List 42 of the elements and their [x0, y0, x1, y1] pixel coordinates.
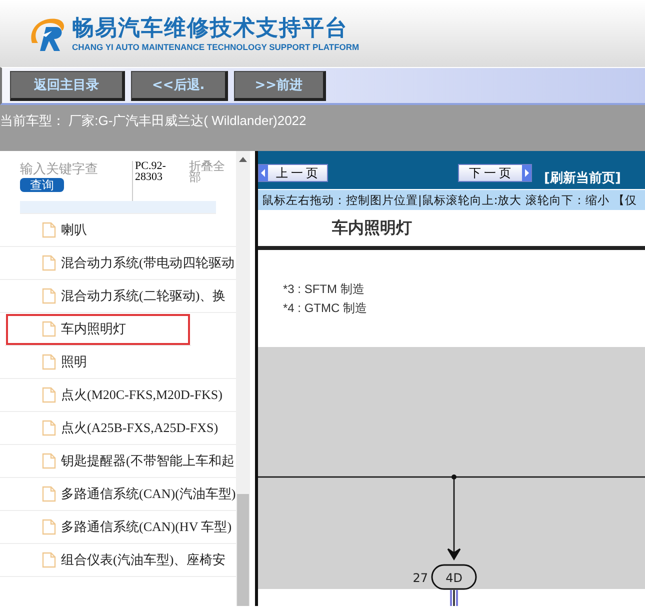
document-icon — [42, 354, 56, 370]
tree-item[interactable]: 照明 — [0, 346, 236, 379]
tree-item[interactable]: 车内照明灯 — [5, 313, 191, 346]
site-subtitle: CHANG YI AUTO MAINTENANCE TECHNOLOGY SUPPORT PLATFORM — [72, 42, 360, 52]
nav-button[interactable]: <<后退. — [131, 70, 228, 100]
tree-item[interactable]: 组合仪表(汽油车型)、座椅安 — [0, 544, 236, 577]
nav-button[interactable]: 返回主目录 — [10, 70, 125, 100]
document-icon — [42, 519, 56, 535]
current-model-text: 当前车型： 厂家:G-广汽丰田威兰达( Wildlander)2022 — [0, 105, 645, 151]
document-icon — [42, 486, 56, 502]
tree-item[interactable]: 混合动力系统(带电动四轮驱动 — [0, 247, 236, 280]
pin-number: 27 — [412, 571, 428, 585]
previous-page-button[interactable]: 上一页 — [258, 164, 328, 182]
document-icon — [42, 255, 56, 271]
note-text: *3 : SFTM 制造 — [283, 281, 366, 298]
search-button[interactable]: 查询 — [20, 178, 64, 192]
tree-item[interactable]: 点火(A25B-FXS,A25D-FXS) — [0, 412, 236, 445]
refresh-page-link[interactable]: [刷新当前页] — [544, 169, 621, 187]
connector-label: 4D — [446, 571, 462, 585]
note-text: *4 : GTMC 制造 — [283, 300, 368, 317]
wire-bundle — [450, 590, 458, 606]
document-icon — [42, 420, 56, 436]
site-title: 畅易汽车维修技术支持平台 — [72, 16, 349, 42]
tree-item[interactable]: 点火(M20C-FKS,M20D-FKS) — [0, 379, 236, 412]
document-icon — [42, 222, 56, 238]
document-icon — [42, 552, 56, 568]
tree-item[interactable]: 钥匙提醒器(不带智能上车和起 — [0, 445, 236, 478]
document-icon — [42, 321, 56, 337]
scroll-up-icon[interactable] — [239, 157, 247, 162]
document-icon — [42, 387, 56, 403]
tree-item[interactable]: 混合动力系统(二轮驱动)、换 — [0, 280, 236, 313]
connector-4d — [431, 564, 477, 590]
scrollbar-thumb[interactable] — [237, 494, 249, 606]
tree-item[interactable]: 多路通信系统(CAN)(HV 车型) — [0, 511, 236, 544]
page-title: 车内照明灯 — [332, 218, 412, 238]
nav-button[interactable]: >>前进 — [234, 70, 326, 100]
viewer-hint: 鼠标左右拖动：控制图片位置|鼠标滚轮向上:放大 滚轮向下：缩小 【仅 — [258, 189, 645, 210]
tree-item[interactable]: 喇叭 — [0, 214, 236, 247]
document-icon — [42, 453, 56, 469]
tree-item[interactable]: 多路通信系统(CAN)(汽油车型) — [0, 478, 236, 511]
next-page-button[interactable]: 下一页 — [458, 164, 532, 182]
document-icon — [42, 288, 56, 304]
